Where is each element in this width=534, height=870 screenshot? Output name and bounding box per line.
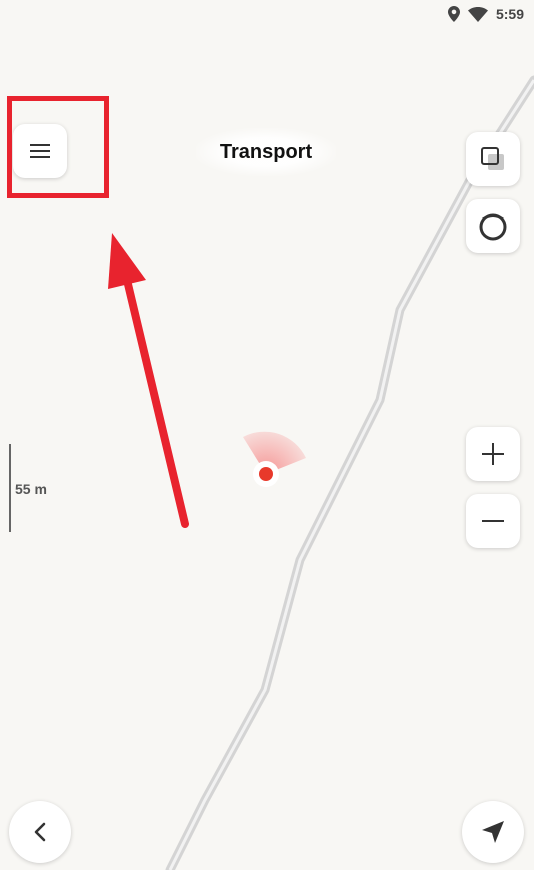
page-title: Transport — [196, 128, 336, 176]
wifi-icon — [467, 6, 488, 22]
zoom-in-button[interactable] — [466, 427, 520, 481]
status-bar: 5:59 — [447, 4, 524, 24]
minus-icon — [482, 520, 504, 522]
chevron-left-icon — [34, 822, 46, 842]
navigation-arrow-icon — [482, 821, 504, 843]
location-pin-icon — [447, 6, 460, 22]
zoom-out-button[interactable] — [466, 494, 520, 548]
scale-bar — [9, 444, 11, 532]
compass-icon — [479, 213, 507, 241]
layers-icon — [481, 147, 504, 170]
annotation-highlight-box — [7, 96, 109, 198]
plus-icon — [482, 443, 504, 465]
scale-label: 55 m — [15, 481, 47, 497]
navigate-button[interactable] — [462, 801, 524, 863]
status-time: 5:59 — [495, 6, 524, 22]
back-button[interactable] — [9, 801, 71, 863]
current-location-marker — [253, 461, 279, 487]
compass-button[interactable] — [466, 199, 520, 253]
layers-button[interactable] — [466, 132, 520, 186]
